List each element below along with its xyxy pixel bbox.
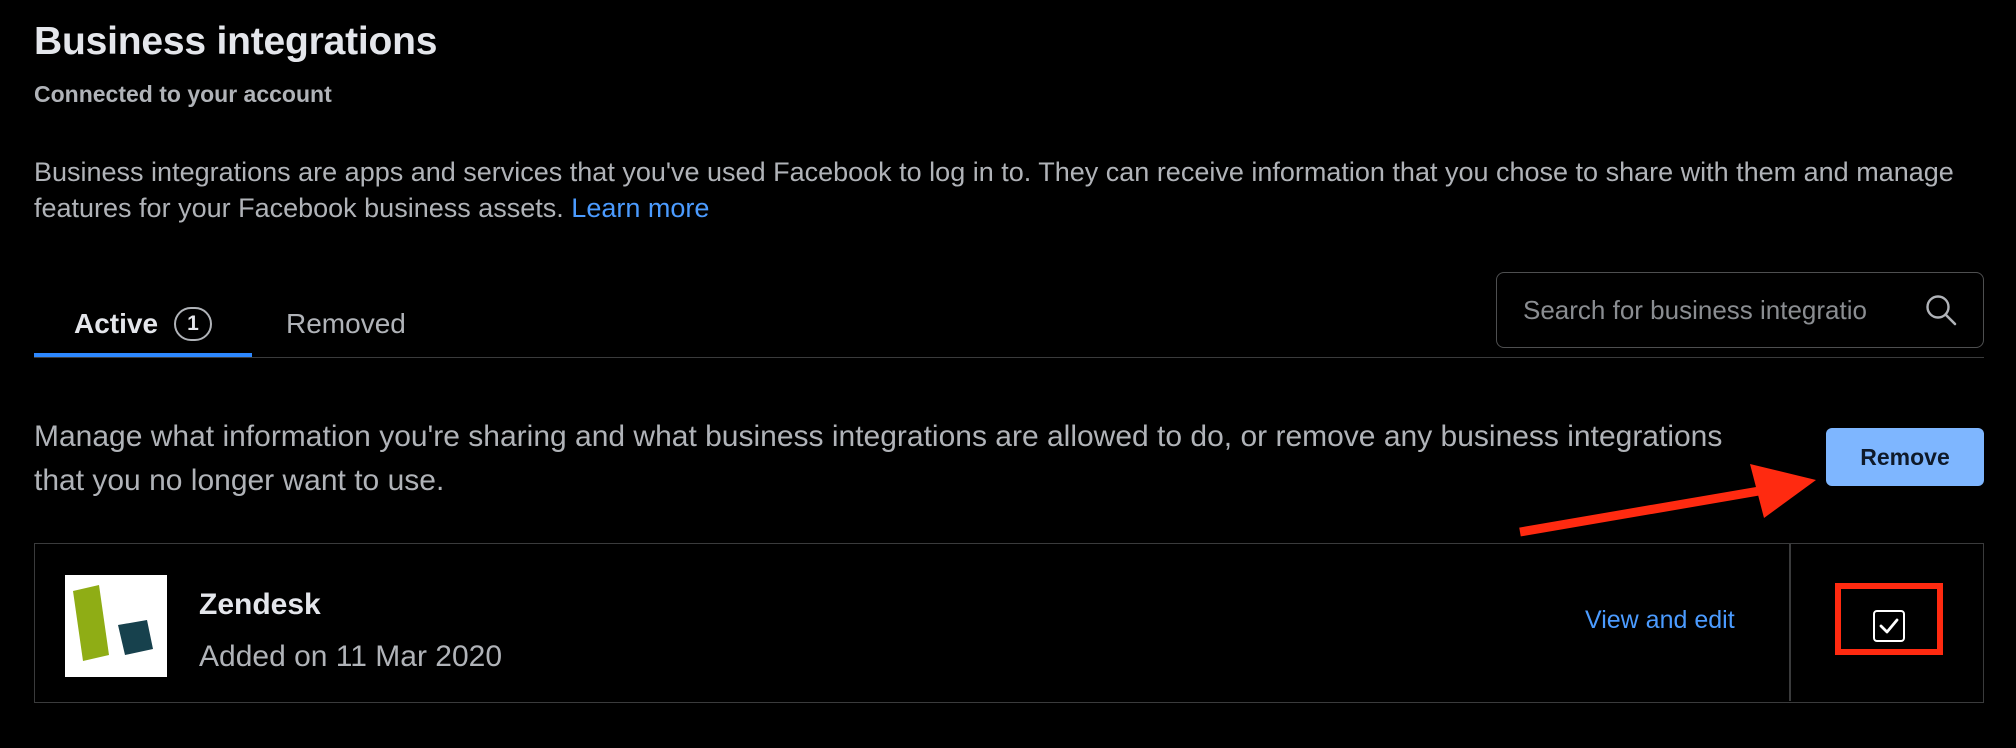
checkmark-icon (1879, 618, 1899, 634)
page-title: Business integrations (34, 20, 438, 63)
tab-divider (34, 357, 1984, 358)
integration-added-date: Added on 11 Mar 2020 (199, 640, 503, 673)
row-divider (1789, 544, 1791, 701)
tab-removed[interactable]: Removed (286, 290, 406, 358)
learn-more-link[interactable]: Learn more (571, 193, 709, 223)
description: Business integrations are apps and servi… (34, 154, 1994, 226)
search-input[interactable] (1497, 293, 1921, 327)
tab-active[interactable]: Active 1 (34, 290, 252, 358)
view-and-edit-link[interactable]: View and edit (1585, 606, 1735, 635)
zendesk-logo (65, 575, 167, 677)
integration-select-checkbox[interactable] (1873, 610, 1905, 642)
description-text: Business integrations are apps and servi… (34, 157, 1954, 223)
search-icon[interactable] (1921, 290, 1961, 330)
remove-button[interactable]: Remove (1826, 428, 1984, 486)
tab-active-count-badge: 1 (174, 307, 213, 341)
integration-name: Zendesk (199, 588, 321, 621)
search-box (1496, 272, 1984, 348)
tab-removed-label: Removed (286, 308, 406, 339)
integration-row: Zendesk Added on 11 Mar 2020 View and ed… (34, 543, 1984, 703)
business-integrations-page: Business integrations Connected to your … (0, 0, 2016, 748)
manage-description: Manage what information you're sharing a… (34, 420, 1723, 497)
page-subtitle: Connected to your account (34, 81, 332, 107)
annotation-arrow (1519, 464, 1816, 537)
tab-active-label: Active (73, 308, 159, 339)
